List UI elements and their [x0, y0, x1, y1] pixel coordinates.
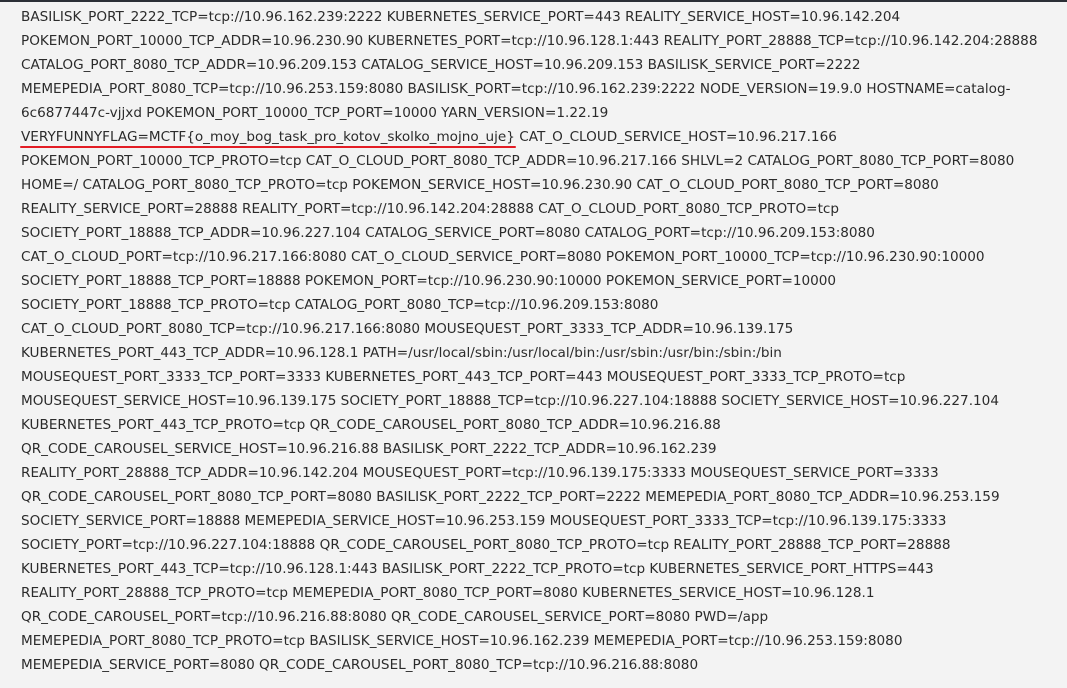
env-output-line: REALITY_PORT_28888_TCP_PROTO=tcp MEMEPED…: [21, 585, 875, 601]
env-output-text: BASILISK_PORT_2222_TCP=tcp://10.96.162.2…: [21, 5, 1061, 677]
top-edge-strip: [0, 0, 1067, 2]
env-output-line: HOME=/ CATALOG_PORT_8080_TCP_PROTO=tcp P…: [21, 177, 939, 193]
env-output-line: REALITY_SERVICE_PORT=28888 REALITY_PORT=…: [21, 201, 840, 217]
env-output-line: CAT_O_CLOUD_PORT_8080_TCP=tcp://10.96.21…: [21, 321, 794, 337]
env-output-line: CAT_O_CLOUD_PORT=tcp://10.96.217.166:808…: [21, 249, 985, 265]
env-output-line: REALITY_PORT_28888_TCP_ADDR=10.96.142.20…: [21, 465, 939, 481]
env-output-line: SOCIETY_PORT_18888_TCP_ADDR=10.96.227.10…: [21, 225, 875, 241]
env-output-line: SOCIETY_PORT_18888_TCP_PROTO=tcp CATALOG…: [21, 297, 659, 313]
env-output-line: MEMEPEDIA_SERVICE_PORT=8080 QR_CODE_CARO…: [21, 657, 699, 673]
env-output-line: KUBERNETES_PORT_443_TCP_ADDR=10.96.128.1…: [21, 345, 782, 361]
env-output-line: QR_CODE_CAROUSEL_SERVICE_HOST=10.96.216.…: [21, 441, 717, 457]
flag-underline-annotation: [20, 146, 516, 148]
env-output-line: MEMEPEDIA_PORT_8080_TCP_PROTO=tcp BASILI…: [21, 633, 903, 649]
env-output-line: KUBERNETES_PORT_443_TCP=tcp://10.96.128.…: [21, 561, 934, 577]
env-output-line: POKEMON_PORT_10000_TCP_ADDR=10.96.230.90…: [21, 33, 1038, 49]
env-output-line: POKEMON_PORT_10000_TCP_PROTO=tcp CAT_O_C…: [21, 153, 1015, 169]
env-output-line: KUBERNETES_PORT_443_TCP_PROTO=tcp QR_COD…: [21, 417, 721, 433]
env-output-line: CATALOG_PORT_8080_TCP_ADDR=10.96.209.153…: [21, 57, 861, 73]
env-output-line: SOCIETY_PORT=tcp://10.96.227.104:18888 Q…: [21, 537, 951, 553]
env-output-line: QR_CODE_CAROUSEL_PORT_8080_TCP_PORT=8080…: [21, 489, 1000, 505]
env-output-line: MOUSEQUEST_SERVICE_HOST=10.96.139.175 SO…: [21, 393, 999, 409]
env-output-line: BASILISK_PORT_2222_TCP=tcp://10.96.162.2…: [21, 9, 901, 25]
env-output-line: 6c6877447c-vjjxd POKEMON_PORT_10000_TCP_…: [21, 105, 609, 121]
env-output-line: MEMEPEDIA_PORT_8080_TCP=tcp://10.96.253.…: [21, 81, 1011, 97]
env-output-line: QR_CODE_CAROUSEL_PORT=tcp://10.96.216.88…: [21, 609, 769, 625]
env-output-line: SOCIETY_PORT_18888_TCP_PORT=18888 POKEMO…: [21, 273, 837, 289]
env-output-line: MOUSEQUEST_PORT_3333_TCP_PORT=3333 KUBER…: [21, 369, 906, 385]
env-output-line: SOCIETY_SERVICE_PORT=18888 MEMEPEDIA_SER…: [21, 513, 947, 529]
